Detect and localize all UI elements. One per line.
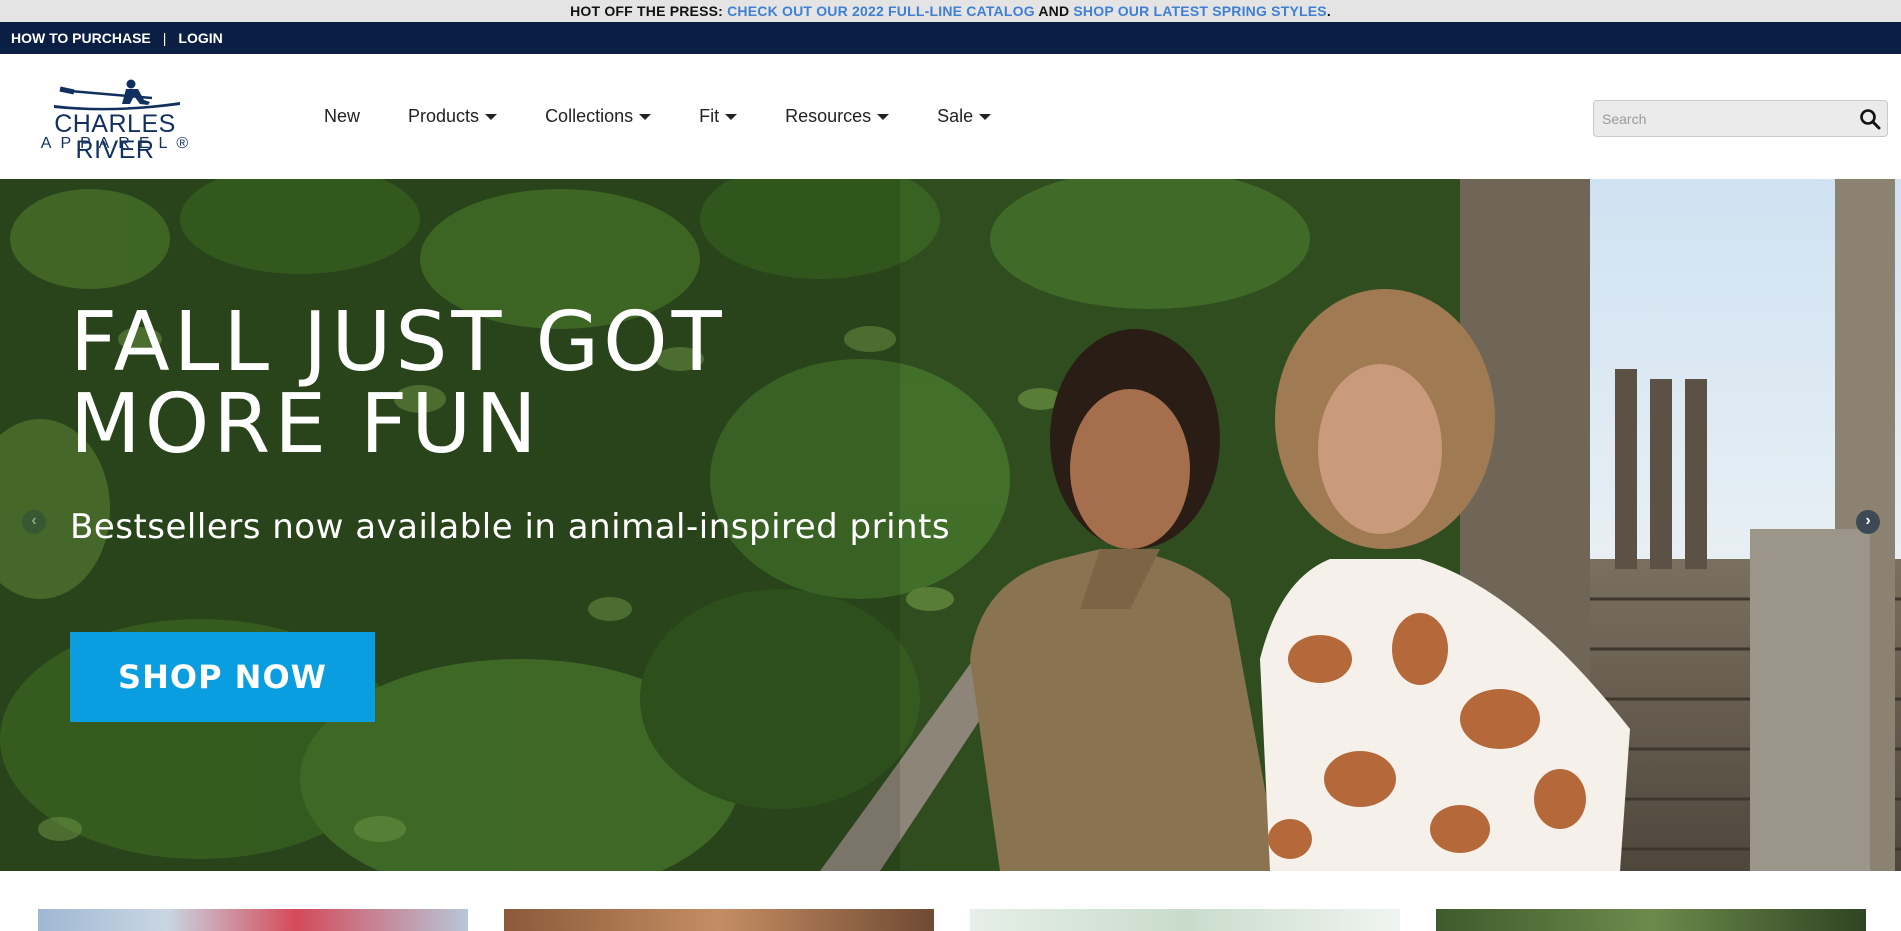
nav-item-label: Resources: [785, 106, 872, 126]
featured-tiles: [0, 909, 1901, 931]
hero-title: FALL JUST GOT MORE FUN: [70, 295, 726, 472]
logo-line2: APPAREL®: [40, 135, 198, 152]
shop-now-button[interactable]: SHOP NOW: [70, 632, 375, 722]
login-link[interactable]: LOGIN: [178, 30, 222, 46]
caret-down-icon: [979, 113, 992, 120]
search-box: [1593, 100, 1888, 137]
catalog-link[interactable]: CHECK OUT OUR 2022 FULL-LINE CATALOG: [727, 3, 1035, 19]
main-nav: New Products Collections Fit Resources S…: [324, 54, 1039, 179]
nav-item-sale[interactable]: Sale: [937, 106, 992, 127]
nav-item-label: Products: [408, 106, 480, 126]
caret-down-icon: [639, 113, 652, 120]
caret-down-icon: [725, 113, 738, 120]
nav-item-label: Fit: [699, 106, 720, 126]
carousel-next-icon[interactable]: ›: [1856, 510, 1880, 534]
caret-down-icon: [877, 113, 890, 120]
caret-down-icon: [485, 113, 498, 120]
search-input[interactable]: [1602, 107, 1842, 131]
nav-item-label: New: [324, 106, 361, 126]
nav-item-resources[interactable]: Resources: [785, 106, 890, 127]
spring-styles-link[interactable]: SHOP OUR LATEST SPRING STYLES: [1073, 3, 1326, 19]
announcement-suffix: .: [1326, 3, 1331, 19]
nav-item-new[interactable]: New: [324, 106, 360, 127]
nav-item-collections[interactable]: Collections: [545, 106, 652, 127]
nav-item-products[interactable]: Products: [408, 106, 498, 127]
site-header: CHARLES RIVER APPAREL® New Products Coll…: [0, 54, 1901, 179]
nav-item-label: Sale: [937, 106, 974, 126]
announcement-bar: HOT OFF THE PRESS: CHECK OUT OUR 2022 FU…: [0, 0, 1901, 22]
announcement-prefix: HOT OFF THE PRESS:: [570, 3, 728, 19]
hero-banner[interactable]: FALL JUST GOT MORE FUN Bestsellers now a…: [0, 179, 1901, 871]
utility-bar: HOW TO PURCHASE | LOGIN: [0, 22, 1901, 54]
nav-item-fit[interactable]: Fit: [699, 106, 738, 127]
search-icon[interactable]: [1859, 108, 1881, 130]
how-to-purchase-link[interactable]: HOW TO PURCHASE: [11, 30, 151, 46]
featured-tile[interactable]: [504, 909, 934, 931]
featured-tile[interactable]: [38, 909, 468, 931]
rower-icon: [54, 79, 180, 111]
featured-tile[interactable]: [970, 909, 1400, 931]
nav-item-label: Collections: [545, 106, 634, 126]
utility-separator: |: [162, 30, 167, 46]
hero-subtitle: Bestsellers now available in animal-insp…: [70, 507, 951, 547]
featured-tile[interactable]: [1436, 909, 1866, 931]
carousel-prev-icon[interactable]: ‹: [22, 510, 46, 534]
announcement-middle: AND: [1034, 3, 1074, 19]
site-logo[interactable]: CHARLES RIVER APPAREL®: [14, 78, 216, 163]
